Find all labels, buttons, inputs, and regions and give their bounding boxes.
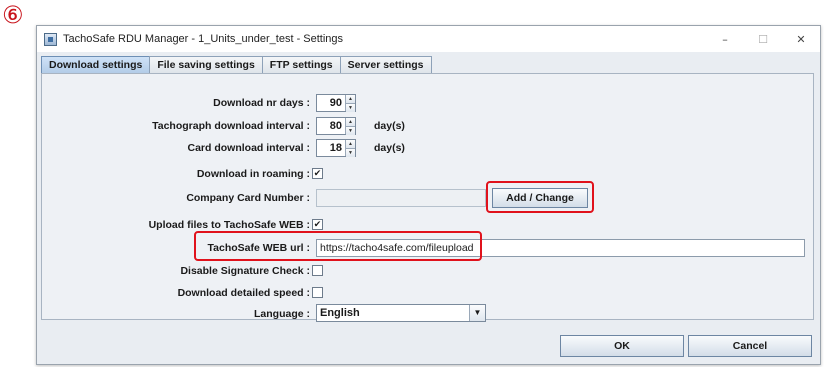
spinner-up-icon[interactable]: ▲ <box>346 118 355 126</box>
tab-server-settings[interactable]: Server settings <box>339 56 432 74</box>
window-title: TachoSafe RDU Manager - 1_Units_under_te… <box>63 33 344 45</box>
spinner-down-icon[interactable]: ▼ <box>346 126 355 135</box>
step-badge: ⑥ <box>2 1 24 29</box>
cancel-button[interactable]: Cancel <box>688 335 812 357</box>
company-card-field[interactable] <box>316 189 486 207</box>
language-value[interactable]: English <box>317 305 469 321</box>
download-nr-days-spinner[interactable]: 90 ▲ ▼ <box>316 94 356 112</box>
detailed-speed-label: Download detailed speed : <box>177 287 310 299</box>
spinner-down-icon[interactable]: ▼ <box>346 103 355 112</box>
spinner-up-icon[interactable]: ▲ <box>346 140 355 148</box>
company-card-label: Company Card Number : <box>186 192 310 204</box>
tachograph-interval-unit: day(s) <box>374 120 405 132</box>
tachograph-interval-label: Tachograph download interval : <box>152 120 310 132</box>
language-select[interactable]: English ▼ <box>316 304 486 322</box>
url-highlight-box <box>194 231 482 261</box>
settings-window: TachoSafe RDU Manager - 1_Units_under_te… <box>36 25 821 365</box>
close-button[interactable]: ✕ <box>782 26 820 52</box>
download-nr-days-label: Download nr days : <box>213 97 310 109</box>
spinner-up-icon[interactable]: ▲ <box>346 95 355 103</box>
minimize-button[interactable]: – <box>706 26 744 52</box>
button-highlight-box <box>486 181 594 213</box>
tab-file-saving-settings[interactable]: File saving settings <box>149 56 263 74</box>
detailed-speed-checkbox[interactable] <box>312 287 323 298</box>
tachograph-interval-spinner[interactable]: 80 ▲ ▼ <box>316 117 356 135</box>
upload-files-label: Upload files to TachoSafe WEB : <box>148 219 310 231</box>
download-in-roaming-label: Download in roaming : <box>196 168 310 180</box>
disable-signature-label: Disable Signature Check : <box>180 265 310 277</box>
tachograph-interval-value[interactable]: 80 <box>317 118 345 134</box>
chevron-down-icon[interactable]: ▼ <box>469 305 485 321</box>
card-interval-label: Card download interval : <box>187 142 310 154</box>
upload-files-checkbox[interactable]: ✔ <box>312 219 323 230</box>
ok-button[interactable]: OK <box>560 335 684 357</box>
card-interval-spinner[interactable]: 18 ▲ ▼ <box>316 139 356 157</box>
download-in-roaming-checkbox[interactable]: ✔ <box>312 168 323 179</box>
spinner-down-icon[interactable]: ▼ <box>346 148 355 157</box>
download-nr-days-value[interactable]: 90 <box>317 95 345 111</box>
card-interval-value[interactable]: 18 <box>317 140 345 156</box>
tab-ftp-settings[interactable]: FTP settings <box>261 56 341 74</box>
title-bar: TachoSafe RDU Manager - 1_Units_under_te… <box>37 26 820 52</box>
disable-signature-checkbox[interactable] <box>312 265 323 276</box>
language-label: Language : <box>253 308 310 320</box>
maximize-button[interactable]: ☐ <box>744 26 782 52</box>
tab-bar: Download settings File saving settings F… <box>41 56 432 74</box>
app-icon <box>44 32 57 46</box>
card-interval-unit: day(s) <box>374 142 405 154</box>
download-settings-panel: Download nr days : 90 ▲ ▼ Tachograph down… <box>41 73 814 322</box>
tab-download-settings[interactable]: Download settings <box>41 56 151 74</box>
